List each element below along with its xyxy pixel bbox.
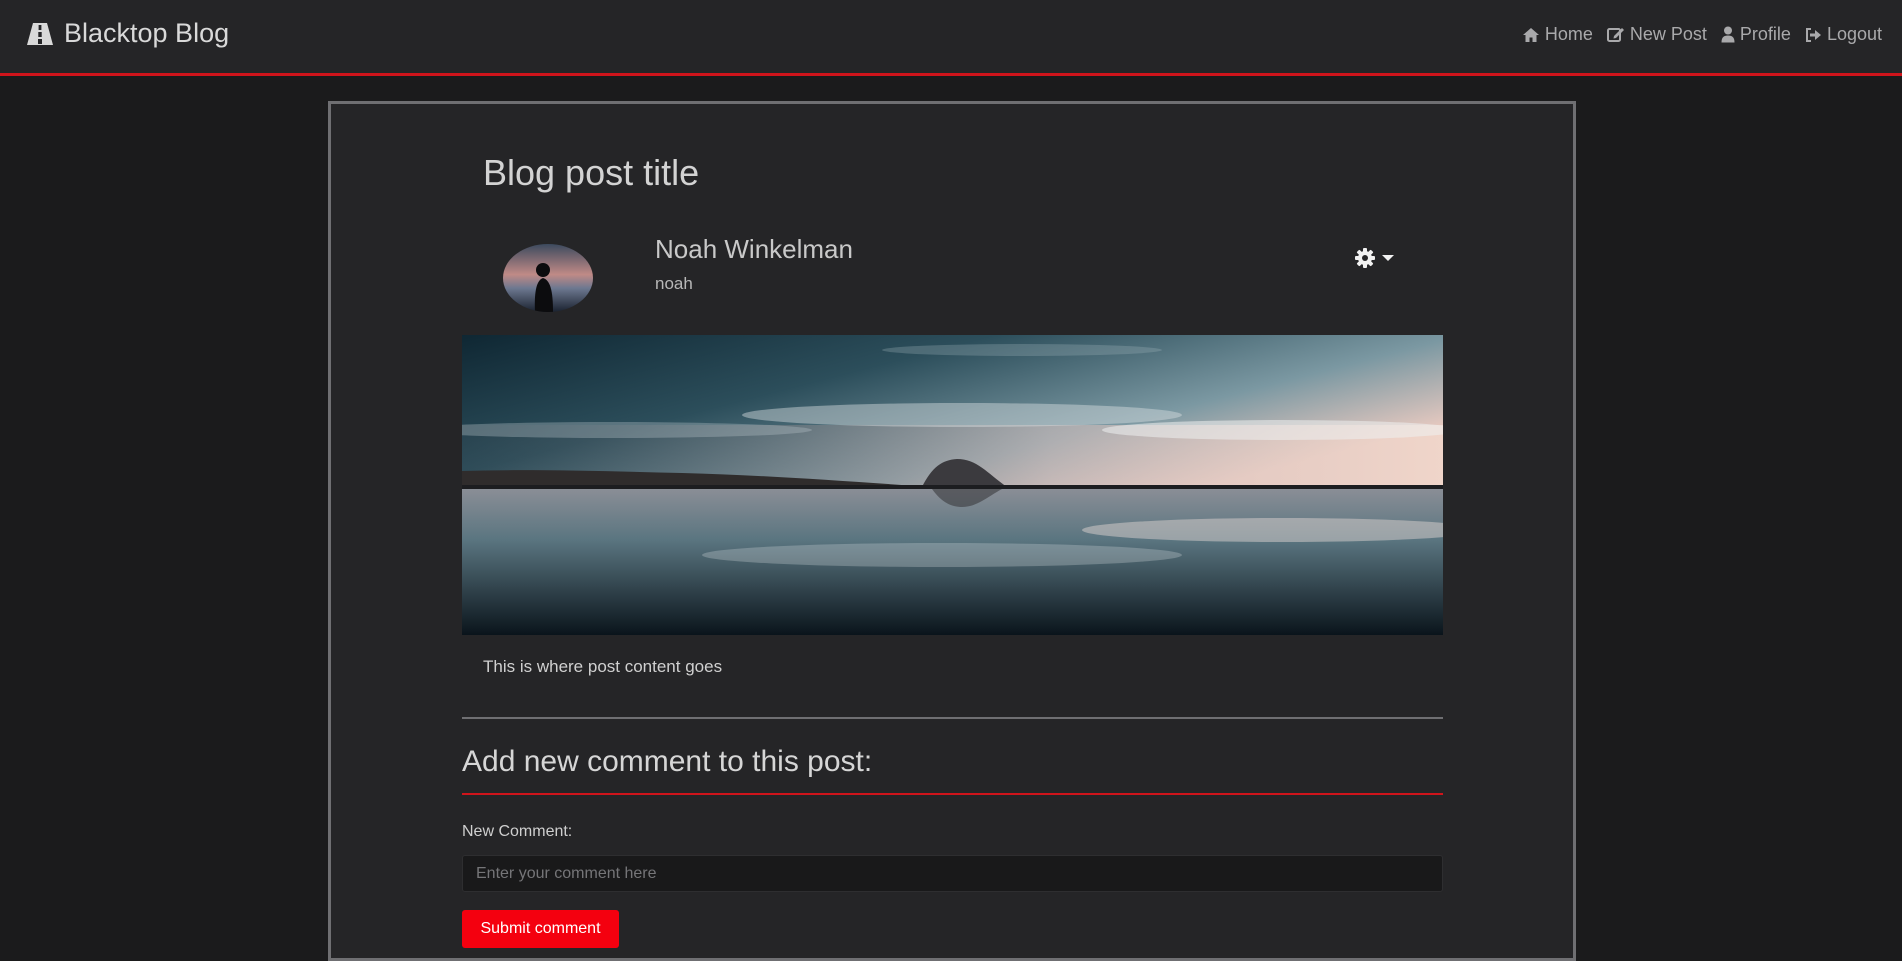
new-comment-label: New Comment: xyxy=(462,823,573,840)
author-username: noah xyxy=(655,274,693,293)
nav-new-post-label: New Post xyxy=(1629,24,1707,44)
nav-logout-label: Logout xyxy=(1826,24,1882,44)
post-hero-image xyxy=(462,335,1443,635)
sign-out-icon xyxy=(1805,27,1821,42)
brand-link[interactable]: Blacktop Blog xyxy=(26,18,229,49)
navbar: Blacktop Blog Home New Post Profile Logo… xyxy=(0,0,1902,76)
home-icon xyxy=(1522,27,1539,42)
nav-new-post-link[interactable]: New Post xyxy=(1606,24,1707,45)
brand-title: Blacktop Blog xyxy=(64,18,230,48)
author-name: Noah Winkelman xyxy=(655,234,853,264)
avatar xyxy=(503,244,593,312)
post-card: Blog post title Noah Winkelman noah This… xyxy=(328,101,1576,961)
nav-links: Home New Post Profile Logout xyxy=(1508,24,1882,45)
post-title: Blog post title xyxy=(483,152,700,193)
nav-profile-link[interactable]: Profile xyxy=(1721,24,1791,45)
divider xyxy=(462,717,1443,719)
nav-profile-label: Profile xyxy=(1739,24,1791,44)
nav-home-label: Home xyxy=(1544,24,1593,44)
nav-logout-link[interactable]: Logout xyxy=(1805,24,1882,45)
post-content: This is where post content goes xyxy=(483,657,723,676)
comment-heading: Add new comment to this post: xyxy=(462,745,873,778)
comment-input[interactable] xyxy=(462,855,1443,892)
submit-comment-button[interactable]: Submit comment xyxy=(462,910,619,948)
edit-icon xyxy=(1606,28,1624,42)
gear-icon xyxy=(1355,248,1375,268)
heading-underline xyxy=(462,793,1443,795)
post-settings-dropdown[interactable] xyxy=(1354,247,1396,269)
caret-down-icon xyxy=(1382,255,1394,261)
road-icon xyxy=(27,22,53,45)
user-icon xyxy=(1721,26,1735,43)
nav-home-link[interactable]: Home xyxy=(1522,24,1593,45)
